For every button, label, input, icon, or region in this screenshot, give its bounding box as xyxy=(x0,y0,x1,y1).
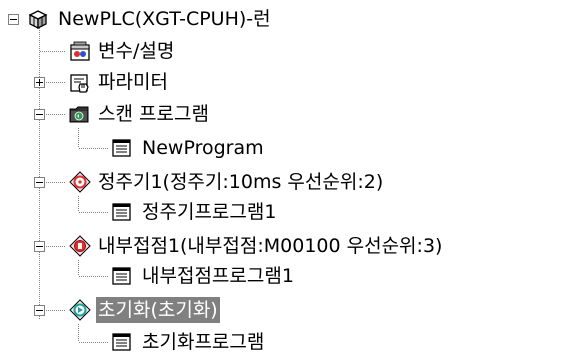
tree-item-init-program[interactable]: 초기화프로그램 xyxy=(140,329,266,355)
periodic-task-icon xyxy=(69,171,91,193)
tree-item-internal-contact-program[interactable]: 내부접점프로그램1 xyxy=(140,263,296,289)
tree-item-internal-contact-task[interactable]: 내부접점1(내부접점:M00100 우선순위:3) xyxy=(96,233,444,259)
tree-item-periodic-task[interactable]: 정주기1(정주기:10ms 우선순위:2) xyxy=(96,169,385,195)
root-collapse-toggle[interactable] xyxy=(8,14,19,25)
variable-comment-icon xyxy=(70,41,90,61)
internal-contact-task-collapse-toggle[interactable] xyxy=(34,241,45,252)
scan-program-collapse-toggle[interactable] xyxy=(34,109,45,120)
tree-item-new-program[interactable]: NewProgram xyxy=(140,135,266,161)
tree-item-periodic-program[interactable]: 정주기프로그램1 xyxy=(140,199,278,225)
plc-cube-icon xyxy=(28,10,48,30)
program-icon xyxy=(112,139,131,157)
parameter-icon xyxy=(70,74,89,93)
scan-program-folder-icon xyxy=(69,106,89,123)
tree-item-variable-comment[interactable]: 변수/설명 xyxy=(96,38,176,64)
parameter-expand-toggle[interactable] xyxy=(34,77,45,88)
program-icon xyxy=(112,203,131,221)
internal-contact-task-icon xyxy=(69,235,91,257)
init-task-icon xyxy=(69,299,91,321)
tree-item-scan-program[interactable]: 스캔 프로그램 xyxy=(96,101,211,127)
program-icon xyxy=(112,333,131,351)
init-task-collapse-toggle[interactable] xyxy=(34,305,45,316)
periodic-task-collapse-toggle[interactable] xyxy=(34,177,45,188)
tree-root-label[interactable]: NewPLC(XGT-CPUH)-런 xyxy=(56,6,273,32)
tree-item-init-task[interactable]: 초기화(초기화) xyxy=(96,297,220,323)
project-tree: NewPLC(XGT-CPUH)-런 변수/설명 파라미터 스캔 프로그램 Ne… xyxy=(0,0,564,358)
program-icon xyxy=(112,267,131,285)
tree-item-parameter[interactable]: 파라미터 xyxy=(96,69,170,95)
